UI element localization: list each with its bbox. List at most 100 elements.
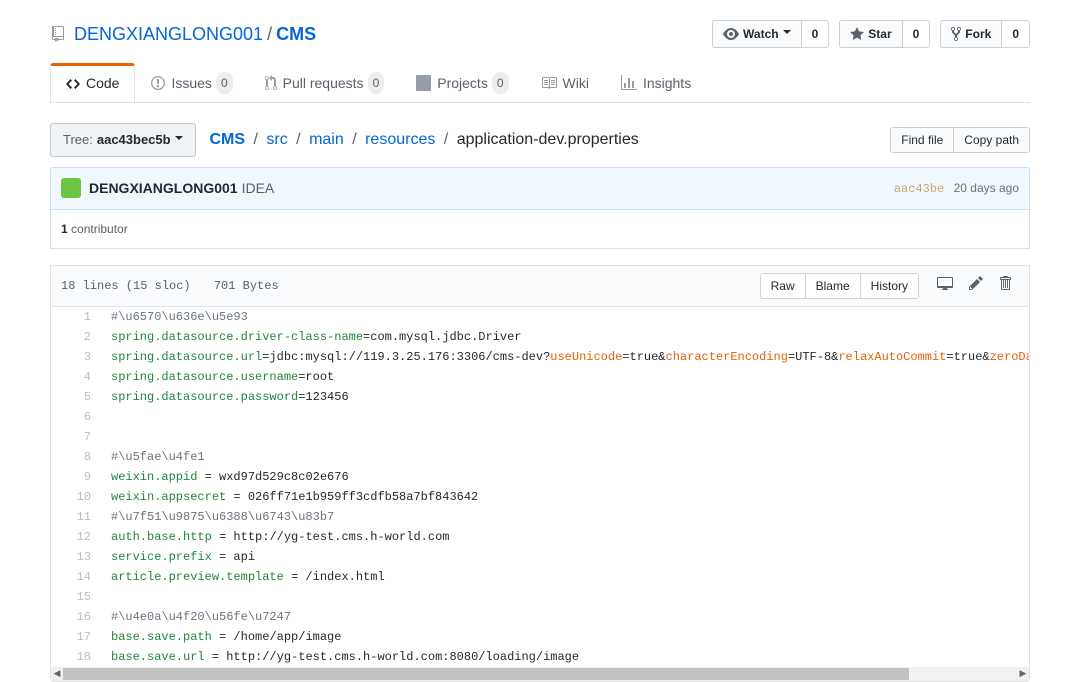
owner-link[interactable]: DENGXIANGLONG001 — [74, 21, 263, 48]
copy-path-button[interactable]: Copy path — [953, 127, 1030, 153]
code-line: 5spring.datasource.password=123456 — [51, 387, 1029, 407]
contributors-bar[interactable]: 1 contributor — [50, 210, 1030, 249]
star-icon — [850, 26, 864, 42]
code-line: 3spring.datasource.url=jdbc:mysql://119.… — [51, 347, 1029, 367]
line-number[interactable]: 13 — [51, 547, 101, 567]
line-content: weixin.appid = wxd97d529c8c02e676 — [101, 467, 1029, 487]
code-line: 8#\u5fae\u4fe1 — [51, 447, 1029, 467]
line-content: spring.datasource.username=root — [101, 367, 1029, 387]
code-line: 7 — [51, 427, 1029, 447]
repo-actions: Watch 0 Star 0 Fork 0 — [712, 20, 1030, 48]
breadcrumb-root[interactable]: CMS — [209, 131, 245, 148]
line-content: #\u5fae\u4fe1 — [101, 447, 1029, 467]
file-size: 701 Bytes — [214, 279, 279, 293]
tab-issues-label: Issues — [171, 73, 211, 94]
commit-sha[interactable]: aac43be — [894, 182, 944, 196]
desktop-icon — [937, 275, 953, 291]
issues-count: 0 — [216, 72, 233, 94]
code-icon — [66, 76, 80, 92]
line-number[interactable]: 2 — [51, 327, 101, 347]
commit-author[interactable]: DENGXIANGLONG001 — [89, 178, 238, 199]
breadcrumb-file: application-dev.properties — [457, 131, 639, 148]
watch-count[interactable]: 0 — [802, 20, 830, 48]
star-button[interactable]: Star — [839, 20, 902, 48]
line-content: weixin.appsecret = 026ff71e1b959ff3cdfb5… — [101, 487, 1029, 507]
line-number[interactable]: 12 — [51, 527, 101, 547]
tab-wiki-label: Wiki — [563, 73, 589, 94]
blame-button[interactable]: Blame — [806, 273, 861, 299]
file-lines: 18 lines (15 sloc) — [61, 279, 191, 293]
tab-issues[interactable]: Issues 0 — [135, 64, 248, 102]
line-number[interactable]: 4 — [51, 367, 101, 387]
code-line: 4spring.datasource.username=root — [51, 367, 1029, 387]
line-number[interactable]: 7 — [51, 427, 101, 447]
code-line: 15 — [51, 587, 1029, 607]
line-number[interactable]: 10 — [51, 487, 101, 507]
code-line: 17base.save.path = /home/app/image — [51, 627, 1029, 647]
tree-label: Tree: — [63, 130, 93, 150]
tab-projects[interactable]: Projects 0 — [400, 64, 524, 102]
contributor-count: 1 — [61, 222, 68, 236]
watch-label: Watch — [743, 24, 779, 44]
edit-button[interactable] — [961, 271, 991, 301]
star-label: Star — [868, 24, 891, 44]
issue-icon — [151, 75, 165, 91]
line-content: #\u7f51\u9875\u6388\u6743\u83b7 — [101, 507, 1029, 527]
pr-icon — [265, 75, 277, 91]
code-viewer[interactable]: 1#\u6570\u636e\u5e932spring.datasource.d… — [51, 307, 1029, 667]
pr-count: 0 — [368, 72, 385, 94]
code-line: 16#\u4e0a\u4f20\u56fe\u7247 — [51, 607, 1029, 627]
contributor-label: contributor — [71, 222, 128, 236]
watch-button[interactable]: Watch — [712, 20, 802, 48]
line-number[interactable]: 9 — [51, 467, 101, 487]
tab-insights-label: Insights — [643, 73, 691, 94]
line-number[interactable]: 17 — [51, 627, 101, 647]
breadcrumb-part[interactable]: src — [266, 131, 287, 148]
history-button[interactable]: History — [861, 273, 919, 299]
fork-count[interactable]: 0 — [1002, 20, 1030, 48]
line-number[interactable]: 8 — [51, 447, 101, 467]
line-number[interactable]: 5 — [51, 387, 101, 407]
code-line: 11#\u7f51\u9875\u6388\u6743\u83b7 — [51, 507, 1029, 527]
find-file-button[interactable]: Find file — [890, 127, 953, 153]
delete-button[interactable] — [991, 271, 1019, 301]
line-number[interactable]: 14 — [51, 567, 101, 587]
line-number[interactable]: 6 — [51, 407, 101, 427]
star-count[interactable]: 0 — [903, 20, 931, 48]
line-number[interactable]: 18 — [51, 647, 101, 667]
fork-button[interactable]: Fork — [940, 20, 1002, 48]
desktop-open-button[interactable] — [929, 271, 961, 301]
line-number[interactable]: 1 — [51, 307, 101, 327]
line-number[interactable]: 16 — [51, 607, 101, 627]
repo-link[interactable]: CMS — [276, 21, 316, 48]
code-line: 12auth.base.http = http://yg-test.cms.h-… — [51, 527, 1029, 547]
fork-icon — [951, 26, 961, 42]
code-line: 2spring.datasource.driver-class-name=com… — [51, 327, 1029, 347]
tab-code-label: Code — [86, 73, 119, 94]
file-info: 18 lines (15 sloc) 701 Bytes — [61, 277, 279, 295]
tab-pull-requests[interactable]: Pull requests 0 — [249, 64, 401, 102]
tree-ref: aac43bec5b — [97, 130, 171, 150]
tree-selector[interactable]: Tree: aac43bec5b — [50, 123, 196, 157]
code-line: 1#\u6570\u636e\u5e93 — [51, 307, 1029, 327]
line-number[interactable]: 15 — [51, 587, 101, 607]
commit-tease: DENGXIANGLONG001 IDEA aac43be 20 days ag… — [50, 167, 1030, 210]
line-content: auth.base.http = http://yg-test.cms.h-wo… — [101, 527, 1029, 547]
trash-icon — [999, 275, 1011, 291]
line-number[interactable]: 3 — [51, 347, 101, 367]
line-content: base.save.path = /home/app/image — [101, 627, 1029, 647]
line-number[interactable]: 11 — [51, 507, 101, 527]
line-content: spring.datasource.password=123456 — [101, 387, 1029, 407]
tab-code[interactable]: Code — [50, 63, 135, 102]
raw-button[interactable]: Raw — [760, 273, 806, 299]
avatar[interactable] — [61, 178, 81, 198]
code-line: 18base.save.url = http://yg-test.cms.h-w… — [51, 647, 1029, 667]
graph-icon — [621, 75, 637, 91]
breadcrumb-part[interactable]: main — [309, 131, 344, 148]
commit-message[interactable]: IDEA — [242, 178, 275, 199]
breadcrumb-part[interactable]: resources — [365, 131, 435, 148]
line-content — [101, 587, 1029, 607]
tab-insights[interactable]: Insights — [605, 64, 707, 102]
tab-wiki[interactable]: Wiki — [525, 64, 605, 102]
book-icon — [541, 75, 557, 91]
